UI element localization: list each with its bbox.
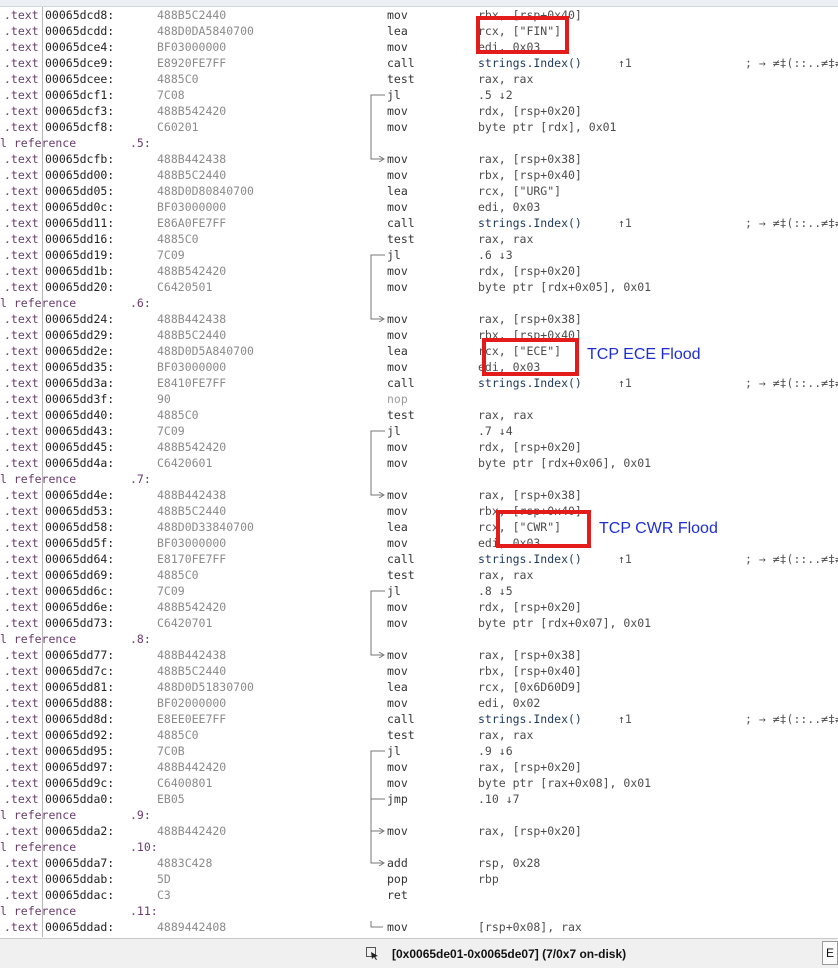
- operands: byte ptr [rdx+0x06], 0x01: [478, 456, 652, 470]
- operands: strings.Index(): [478, 712, 582, 726]
- xref-count: ↑1: [618, 56, 632, 70]
- operands: rcx, ["URG"]: [478, 184, 562, 198]
- jump-arrow-line: [370, 590, 385, 656]
- comment: ; → ≠‡(::..≠‡≠: [745, 56, 838, 70]
- status-bar: [0x0065de01-0x0065de07] (7/0x7 on-disk) …: [0, 938, 838, 968]
- operands: [rsp+0x08], rax: [478, 920, 582, 934]
- annotation-tcp-cwr-flood: TCP CWR Flood: [599, 520, 718, 537]
- operands: rax, rax: [478, 728, 534, 742]
- operands: .5 ↓2: [478, 88, 513, 102]
- jump-arrows: [370, 94, 385, 928]
- status-corner-button[interactable]: E: [822, 941, 838, 965]
- comment: ; → ≠‡(::..≠‡≠: [745, 376, 838, 390]
- operands: strings.Index(): [478, 552, 582, 566]
- jump-arrow-line: [370, 921, 383, 928]
- jump-arrow-line: [370, 254, 385, 320]
- operands: rax, [rsp+0x38]: [478, 488, 582, 502]
- operands: edi, 0x03: [478, 200, 541, 214]
- xref-count: ↑1: [618, 552, 632, 566]
- operands: rdx, [rsp+0x20]: [478, 104, 582, 118]
- operands: rbx, [rsp+0x40]: [478, 168, 582, 182]
- operands: rax, rax: [478, 408, 534, 422]
- operands: .7 ↓4: [478, 424, 513, 438]
- highlight-box-cwr: [496, 510, 591, 548]
- operands: byte ptr [rax+0x08], 0x01: [478, 776, 652, 790]
- operands: edi, 0x02: [478, 696, 541, 710]
- operands: byte ptr [rdx], 0x01: [478, 120, 617, 134]
- window-top-strip: [0, 0, 838, 7]
- operands: .9 ↓6: [478, 744, 513, 758]
- operands: .8 ↓5: [478, 584, 513, 598]
- highlight-box-ece: [482, 338, 579, 376]
- operands: rbp: [478, 872, 499, 886]
- operands: strings.Index(): [478, 216, 582, 230]
- jump-arrow-line: [370, 430, 385, 496]
- operands: byte ptr [rdx+0x07], 0x01: [478, 616, 652, 630]
- comment: ; → ≠‡(::..≠‡≠: [745, 712, 838, 726]
- operands: rdx, [rsp+0x20]: [478, 440, 582, 454]
- comment: ; → ≠‡(::..≠‡≠: [745, 216, 838, 230]
- operands: rax, [rsp+0x38]: [478, 152, 582, 166]
- highlight-box-fin: [476, 16, 569, 54]
- operands: rax, [rsp+0x20]: [478, 760, 582, 774]
- comment: ; → ≠‡(::..≠‡≠: [745, 552, 838, 566]
- operands: byte ptr [rdx+0x05], 0x01: [478, 280, 652, 294]
- operands: rdx, [rsp+0x20]: [478, 600, 582, 614]
- operands: rax, [rsp+0x38]: [478, 648, 582, 662]
- operands: rax, rax: [478, 232, 534, 246]
- operands: .10 ↓7: [478, 792, 520, 806]
- xref-count: ↑1: [618, 376, 632, 390]
- xref-count: ↑1: [618, 712, 632, 726]
- jump-arrow-line: [370, 750, 385, 832]
- xref-count: ↑1: [618, 216, 632, 230]
- selection-range-text: [0x0065de01-0x0065de07] (7/0x7 on-disk): [392, 947, 627, 961]
- operands: rax, [rsp+0x38]: [478, 312, 582, 326]
- operands: rax, rax: [478, 568, 534, 582]
- operands: rax, [rsp+0x20]: [478, 824, 582, 838]
- operands: rbx, [rsp+0x40]: [478, 664, 582, 678]
- operands: .6 ↓3: [478, 248, 513, 262]
- select-cursor-icon: [366, 947, 378, 960]
- operands: strings.Index(): [478, 376, 582, 390]
- jump-arrow-line: [370, 94, 385, 160]
- operands: rcx, [0x6D60D9]: [478, 680, 582, 694]
- operands: strings.Index(): [478, 56, 582, 70]
- operands: rsp, 0x28: [478, 856, 541, 870]
- operands: rdx, [rsp+0x20]: [478, 264, 582, 278]
- annotation-tcp-ece-flood: TCP ECE Flood: [587, 346, 701, 363]
- operands: rax, rax: [478, 72, 534, 86]
